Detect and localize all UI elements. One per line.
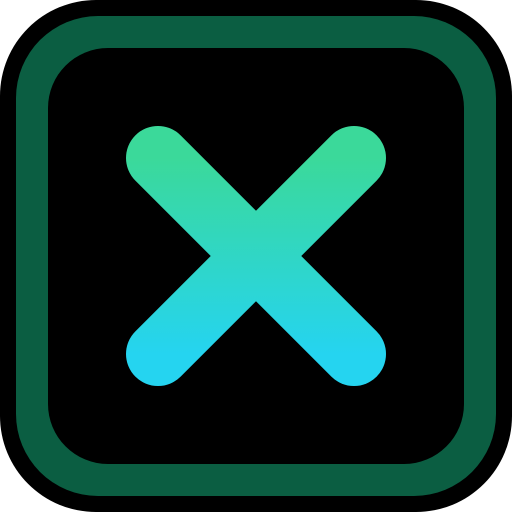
close-icon[interactable]	[0, 0, 512, 512]
icon-stage	[0, 0, 512, 512]
